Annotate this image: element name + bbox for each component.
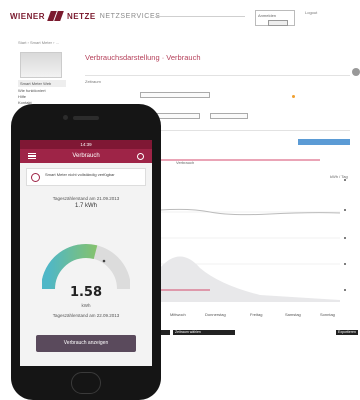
export-label: Exportieren bbox=[338, 330, 356, 334]
day-label: Samstag bbox=[285, 312, 301, 317]
select-period-label: Zeitraum wählen bbox=[175, 330, 201, 334]
alert-icon bbox=[31, 173, 40, 182]
breadcrumb[interactable]: Start › Smart Meter › … bbox=[18, 40, 60, 45]
logo-word-netze: NETZE bbox=[67, 11, 96, 21]
show-consumption-button[interactable]: Verbrauch anzeigen bbox=[36, 335, 136, 352]
divider bbox=[150, 130, 350, 131]
page-title: Verbrauchsdarstellung · Verbrauch bbox=[85, 53, 201, 62]
wiener-netze-logo[interactable]: WIENER NETZE NETZSERVICES bbox=[10, 11, 160, 21]
app-content: Smart Meter nicht vollständig verfügbar … bbox=[20, 163, 152, 366]
day-label: Freitag bbox=[250, 312, 263, 317]
logout-link[interactable]: Logout bbox=[305, 10, 317, 15]
filter-label: Zeitraum bbox=[85, 79, 101, 84]
login-button[interactable] bbox=[268, 20, 288, 26]
app-title: Verbrauch bbox=[72, 153, 100, 159]
phone-screen: 14:39 Verbrauch Smart Meter nicht vollst… bbox=[20, 140, 152, 366]
site-header: WIENER NETZE NETZSERVICES Anmelden Logou… bbox=[0, 0, 360, 34]
consumption-chart bbox=[159, 159, 346, 302]
axis-tick bbox=[344, 179, 346, 181]
thumbnail-label[interactable]: Smart Meter Web bbox=[18, 80, 66, 87]
day-label: Mittwoch bbox=[170, 312, 186, 317]
status-bar: 14:39 bbox=[20, 140, 152, 149]
notice-text: Smart Meter nicht vollständig verfügbar bbox=[45, 172, 115, 177]
axis-tick bbox=[344, 209, 346, 211]
gauge-value: 1.58 bbox=[69, 285, 103, 300]
home-button[interactable] bbox=[71, 372, 101, 394]
logo-word-wiener: WIENER bbox=[10, 11, 45, 21]
day-label: Donnerstag bbox=[205, 312, 226, 317]
app-nav-bar: Verbrauch bbox=[20, 149, 152, 163]
divider bbox=[85, 75, 350, 76]
gauge-unit: kWh bbox=[81, 303, 91, 308]
camera-icon bbox=[63, 115, 68, 120]
compare-select[interactable] bbox=[210, 113, 248, 119]
legend-dot-icon bbox=[292, 95, 295, 98]
settings-icon[interactable] bbox=[137, 152, 144, 160]
info-button[interactable] bbox=[352, 68, 360, 76]
header-divider bbox=[155, 16, 245, 17]
axis-tick bbox=[344, 237, 346, 239]
speaker-grille bbox=[73, 116, 99, 120]
reading-start-label: Tageszählerstand am 21.09.2013 bbox=[52, 196, 120, 201]
consumption-area bbox=[160, 256, 340, 302]
period-select[interactable] bbox=[140, 92, 210, 98]
axis-tick bbox=[344, 289, 346, 291]
status-time: 14:39 bbox=[80, 142, 92, 147]
view-select[interactable] bbox=[298, 139, 350, 145]
smart-meter-thumbnail bbox=[20, 52, 62, 78]
logo-emblem-icon bbox=[47, 11, 64, 21]
axis-tick bbox=[344, 263, 346, 265]
login-hint: Anmelden bbox=[258, 13, 277, 18]
gauge-marker bbox=[102, 259, 106, 263]
back-button[interactable] bbox=[160, 330, 170, 335]
logo-services-text: NETZSERVICES bbox=[99, 12, 161, 20]
phone-device: 14:39 Verbrauch Smart Meter nicht vollst… bbox=[11, 104, 161, 400]
day-label: Sonntag bbox=[320, 312, 335, 317]
notice-card[interactable]: Smart Meter nicht vollständig verfügbar bbox=[26, 168, 146, 186]
reading-end-label: Tageszählerstand am 22.09.2013 bbox=[52, 313, 120, 318]
reading-start-value: 1.7 kWh bbox=[74, 203, 97, 209]
